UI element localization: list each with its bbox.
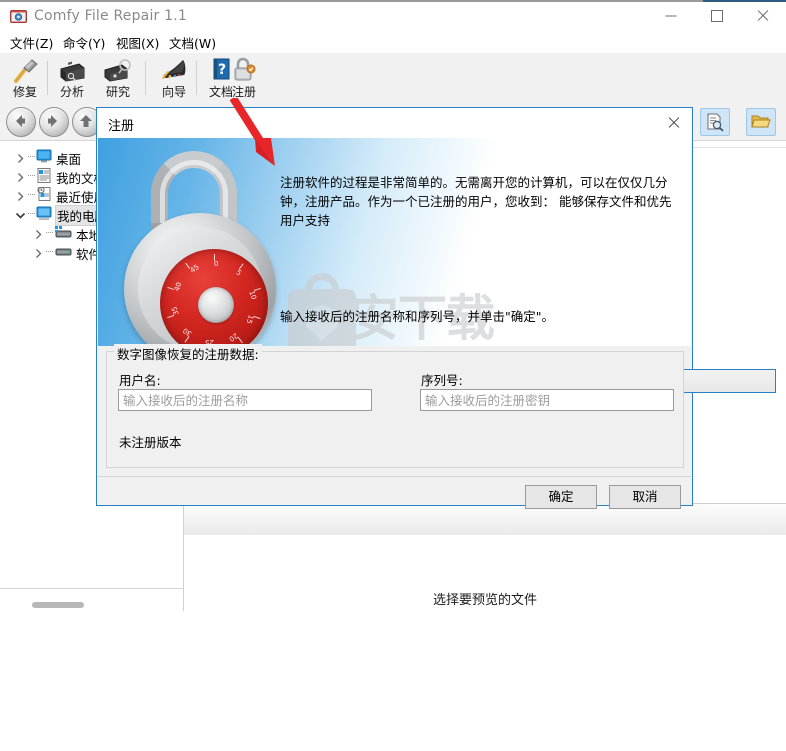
toolbar-separator-2: [145, 61, 146, 95]
maximize-button[interactable]: [694, 0, 740, 31]
back-arrow-icon: [16, 115, 25, 127]
dialog-title: 注册: [108, 119, 135, 134]
tree-connector: [46, 232, 53, 234]
file-preview-icon: [707, 113, 724, 132]
combination-padlock-illustration: 0 5 10 15 20 25 30 35 40 45: [116, 151, 290, 346]
tree-connector: [28, 194, 35, 196]
chevron-right-icon[interactable]: [14, 150, 27, 163]
registration-dialog: 注册 0 5 10 15 20 25 30 35 40 45 注册软件的过程是非…: [96, 107, 776, 509]
username-label: 用户名:: [119, 373, 161, 388]
tree-connector: [28, 175, 35, 177]
close-button[interactable]: [740, 0, 786, 31]
local-disk-icon: [54, 225, 72, 240]
back-button[interactable]: [6, 107, 36, 137]
chevron-right-icon[interactable]: [32, 226, 45, 239]
toolbar-button-wizard[interactable]: 向导: [152, 55, 196, 101]
dialog-banner-subtext: 输入接收后的注册名称和序列号，并单击"确定"。: [280, 309, 554, 324]
maximize-icon: [711, 9, 723, 22]
main-toolbar: 修复 分析 研究 向导 ? 文档 注册: [0, 53, 786, 103]
menu-item-document[interactable]: 文档(W): [169, 33, 216, 52]
my-computer-icon: [36, 206, 52, 221]
toolbar-button-analyze[interactable]: 分析: [50, 55, 94, 101]
padlock-icon: [229, 57, 259, 84]
hammer-icon: [10, 57, 40, 84]
toolbar-button-register[interactable]: 注册: [222, 55, 266, 101]
username-field[interactable]: [118, 389, 372, 411]
padlock-bezel: 0 5 10 15 20 25 30 35 40 45: [138, 227, 268, 346]
dialog-footer-separator: [98, 476, 691, 477]
toolbar-separator-1: [47, 61, 48, 95]
documents-icon: [36, 168, 52, 183]
bottom-left-panel: [0, 588, 184, 611]
watermark-bag-handle: [305, 273, 339, 301]
chevron-down-icon[interactable]: [14, 207, 27, 220]
wizard-hat-icon: [159, 57, 189, 84]
up-arrow-icon: [80, 115, 92, 127]
toolbar-separator-3: [196, 61, 197, 95]
menu-item-view[interactable]: 视图(X): [116, 33, 159, 52]
forward-button[interactable]: [39, 107, 69, 137]
watermark-text-url: anxz.com: [354, 335, 512, 346]
window-top-border-left: [0, 0, 703, 2]
chevron-right-icon[interactable]: [14, 188, 27, 201]
forward-arrow-icon: [48, 115, 57, 127]
username-input[interactable]: [119, 390, 371, 411]
toolbar-label-analyze: 分析: [59, 85, 84, 99]
preview-empty-text: 选择要预览的文件: [432, 593, 537, 608]
dialog-banner: 0 5 10 15 20 25 30 35 40 45 注册软件的过程是非常简单…: [98, 138, 691, 346]
chevron-right-icon[interactable]: [14, 169, 27, 182]
toolbar-label-wizard: 向导: [161, 85, 186, 99]
toolbar-label-repair: 修复: [12, 85, 37, 99]
padlock-dial-hub: [198, 287, 234, 323]
file-preview-button[interactable]: [700, 108, 730, 136]
toolbox-search-icon: [103, 57, 133, 84]
registration-data-group-label: 数字图像恢复的注册数据:: [114, 344, 262, 363]
serial-input[interactable]: [421, 390, 673, 411]
cancel-button[interactable]: 取消: [609, 485, 681, 509]
toolbar-button-research[interactable]: 研究: [96, 55, 140, 101]
dialog-close-button[interactable]: [662, 112, 686, 134]
open-folder-icon: [751, 115, 771, 128]
horizontal-scrollbar-thumb[interactable]: [32, 602, 84, 608]
tree-label-desktop: 桌面: [56, 152, 82, 167]
dialog-banner-text: 注册软件的过程是非常简单的。无需离开您的计算机，可以在仅仅几分钟，注册产品。作为…: [280, 175, 672, 228]
title-bar: Comfy File Repair 1.1: [0, 0, 786, 35]
tree-connector: [46, 251, 53, 253]
minimize-button[interactable]: [648, 0, 694, 31]
recent-files-icon: [36, 186, 52, 202]
desktop-icon: [36, 149, 52, 164]
tree-connector: [28, 213, 35, 215]
preview-body: 选择要预览的文件: [184, 535, 786, 751]
window-title: Comfy File Repair 1.1: [34, 8, 188, 24]
tree-connector: [28, 156, 35, 158]
padlock-dial: 0 5 10 15 20 25 30 35 40 45: [160, 249, 268, 346]
chevron-right-icon[interactable]: [32, 245, 45, 258]
toolbar-label-research: 研究: [105, 85, 130, 99]
app-icon: [10, 8, 27, 25]
preview-header-bar: [184, 503, 786, 536]
toolbar-label-register: 注册: [231, 85, 256, 99]
padlock-body: 0 5 10 15 20 25 30 35 40 45: [124, 213, 276, 346]
minimize-icon: [665, 15, 677, 16]
toolbar-button-repair[interactable]: 修复: [3, 55, 47, 101]
serial-field[interactable]: [420, 389, 674, 411]
registration-status-text: 未注册版本: [119, 435, 182, 450]
menu-item-file[interactable]: 文件(Z): [10, 33, 53, 52]
menu-item-command[interactable]: 命令(Y): [63, 33, 105, 52]
open-folder-button[interactable]: [746, 108, 776, 136]
ok-button[interactable]: 确定: [525, 485, 597, 509]
toolbox-icon: [57, 57, 87, 84]
menu-bar: 文件(Z) 命令(Y) 视图(X) 文档(W): [0, 31, 786, 53]
dialog-title-bar: 注册: [97, 108, 692, 138]
serial-label: 序列号:: [421, 373, 463, 388]
drive-icon: [54, 244, 72, 259]
application-window: Comfy File Repair 1.1 文件(Z) 命令(Y) 视图(X) …: [0, 0, 786, 751]
close-icon: [757, 9, 769, 22]
